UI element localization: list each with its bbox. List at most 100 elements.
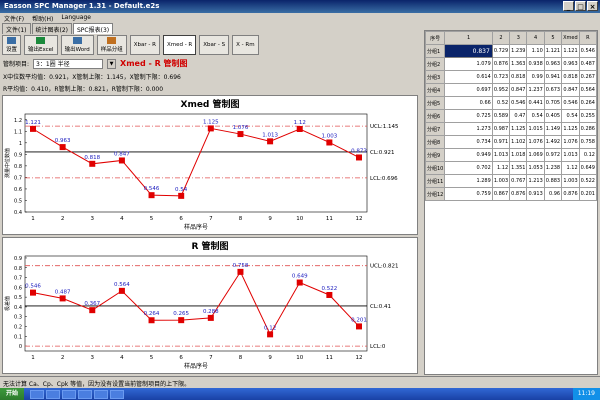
table-cell[interactable]: 0.267 (578, 70, 597, 84)
table-cell[interactable]: 0.758 (578, 135, 597, 149)
table-cell[interactable]: 1.102 (509, 135, 528, 149)
table-cell[interactable]: 1.363 (509, 57, 528, 71)
tab-file[interactable]: 文件(1) (2, 23, 31, 34)
table-header-cell[interactable]: 3 (509, 31, 528, 45)
task-button[interactable] (78, 389, 93, 399)
table-cell[interactable]: 1.237 (526, 83, 545, 97)
table-cell[interactable]: 1.013 (561, 148, 580, 162)
table-row[interactable]: 分组11 1.289 1.003 0.767 1.213 0.883 1.003 0.522 (425, 174, 597, 188)
table-cell[interactable]: 0.883 (543, 174, 563, 188)
table-cell[interactable]: 0.941 (543, 70, 563, 84)
table-row[interactable]: 分组5 0.66 0.52 0.546 0.441 0.705 0.546 0.264 (425, 96, 597, 110)
table-cell[interactable]: 0.963 (543, 57, 563, 71)
table-cell[interactable]: 0.723 (491, 70, 511, 84)
table-cell[interactable]: 0.441 (526, 96, 545, 110)
sample-group-button[interactable]: 样品分组 (96, 35, 127, 55)
table-cell[interactable]: 0.255 (578, 109, 597, 123)
xbar-s-button[interactable]: Xbar - S (199, 35, 230, 55)
table-cell[interactable]: 1.12 (491, 161, 511, 175)
row-header-cell[interactable]: 分组10 (425, 161, 446, 175)
table-row[interactable]: 分组3 0.614 0.723 0.818 0.99 0.941 0.818 0.267 (425, 70, 597, 84)
table-cell[interactable]: 0.697 (444, 83, 493, 97)
table-cell[interactable]: 0.759 (444, 187, 493, 201)
table-cell[interactable]: 0.987 (491, 122, 511, 136)
task-button[interactable] (94, 389, 109, 399)
table-row[interactable]: 分组10 0.702 1.12 1.351 1.053 1.238 1.12 0.649 (425, 161, 597, 175)
table-cell[interactable]: 0.54 (561, 109, 580, 123)
table-cell[interactable]: 0.405 (543, 109, 563, 123)
table-row[interactable]: 分组2 1.079 0.876 1.363 0.938 0.963 0.963 0.487 (425, 57, 597, 71)
table-cell[interactable]: 1.013 (491, 148, 511, 162)
table-cell[interactable]: 0.66 (444, 96, 493, 110)
table-cell[interactable]: 1.076 (561, 135, 580, 149)
table-cell[interactable]: 0.938 (526, 57, 545, 71)
table-cell[interactable]: 0.847 (561, 83, 580, 97)
row-header-cell[interactable]: 分组9 (425, 148, 446, 162)
table-cell[interactable]: 0.546 (561, 96, 580, 110)
table-cell[interactable]: 1.121 (543, 44, 563, 58)
table-cell[interactable]: 0.564 (578, 83, 597, 97)
table-cell[interactable]: 0.649 (578, 161, 597, 175)
table-cell[interactable]: 0.734 (444, 135, 493, 149)
control-item-select[interactable]: 3：1圈 半径 (33, 58, 104, 69)
table-cell[interactable]: 1.125 (509, 122, 528, 136)
row-header-cell[interactable]: 分组2 (425, 57, 446, 71)
table-cell[interactable]: 1.213 (526, 174, 545, 188)
table-cell[interactable]: 0.818 (509, 70, 528, 84)
row-header-cell[interactable]: 分组8 (425, 135, 446, 149)
export-excel-button[interactable]: 输出Excel (24, 35, 58, 55)
table-cell[interactable]: 0.729 (491, 44, 511, 58)
table-cell[interactable]: 0.725 (444, 109, 493, 123)
table-cell[interactable]: 0.876 (561, 187, 580, 201)
table-cell[interactable]: 0.286 (578, 122, 597, 136)
table-cell[interactable]: 0.96 (543, 187, 563, 201)
table-cell[interactable]: 0.12 (578, 148, 597, 162)
table-cell[interactable]: 0.867 (491, 187, 511, 201)
task-button[interactable] (62, 389, 77, 399)
row-header-cell[interactable]: 分组12 (425, 187, 446, 201)
task-button[interactable] (30, 389, 45, 399)
xbar-r-button[interactable]: Xbar - R (129, 35, 160, 55)
close-button[interactable]: × (587, 1, 598, 11)
table-cell[interactable]: 1.149 (543, 122, 563, 136)
table-cell[interactable]: 0.546 (578, 44, 597, 58)
tab-spc-report[interactable]: SPC报表(3) (73, 23, 114, 34)
table-cell[interactable]: 1.239 (509, 44, 528, 58)
table-cell[interactable]: 0.54 (526, 109, 545, 123)
table-cell[interactable]: 1.076 (526, 135, 545, 149)
table-cell[interactable]: 0.264 (578, 96, 597, 110)
table-header-cell[interactable]: R (578, 31, 597, 45)
table-cell[interactable]: 1.125 (561, 122, 580, 136)
table-cell[interactable]: 0.487 (578, 57, 597, 71)
row-header-cell[interactable]: 分组5 (425, 96, 446, 110)
table-cell[interactable]: 1.079 (444, 57, 493, 71)
table-cell[interactable]: 0.949 (444, 148, 493, 162)
table-cell[interactable]: 0.876 (509, 187, 528, 201)
xmed-r-button[interactable]: Xmed - R (162, 35, 197, 55)
menu-file[interactable]: 文件(F) (4, 14, 24, 23)
table-cell[interactable]: 1.289 (444, 174, 493, 188)
maximize-button[interactable]: □ (575, 1, 586, 11)
table-cell[interactable]: 1.003 (491, 174, 511, 188)
table-cell[interactable]: 0.99 (526, 70, 545, 84)
row-header-cell[interactable]: 分组6 (425, 109, 446, 123)
minimize-button[interactable]: _ (563, 1, 574, 11)
table-cell[interactable]: 0.837 (444, 44, 493, 58)
table-header-cell[interactable]: 1 (444, 31, 493, 45)
table-cell[interactable]: 0.522 (578, 174, 597, 188)
task-button[interactable] (46, 389, 61, 399)
table-cell[interactable]: 1.238 (543, 161, 563, 175)
row-header-cell[interactable]: 分组11 (425, 174, 446, 188)
table-cell[interactable]: 0.952 (491, 83, 511, 97)
table-header-cell[interactable]: Xmed (561, 31, 580, 45)
menu-language[interactable]: Language (61, 14, 91, 22)
table-cell[interactable]: 0.673 (543, 83, 563, 97)
table-cell[interactable]: 1.018 (509, 148, 528, 162)
table-cell[interactable]: 0.847 (509, 83, 528, 97)
task-button[interactable] (110, 389, 125, 399)
table-row[interactable]: 分组9 0.949 1.013 1.018 1.069 0.972 1.013 0.12 (425, 148, 597, 162)
table-cell[interactable]: 0.972 (543, 148, 563, 162)
table-cell[interactable]: 0.702 (444, 161, 493, 175)
chevron-down-icon[interactable]: ▼ (107, 58, 117, 69)
table-row[interactable]: 分组6 0.725 0.589 0.47 0.54 0.405 0.54 0.255 (425, 109, 597, 123)
